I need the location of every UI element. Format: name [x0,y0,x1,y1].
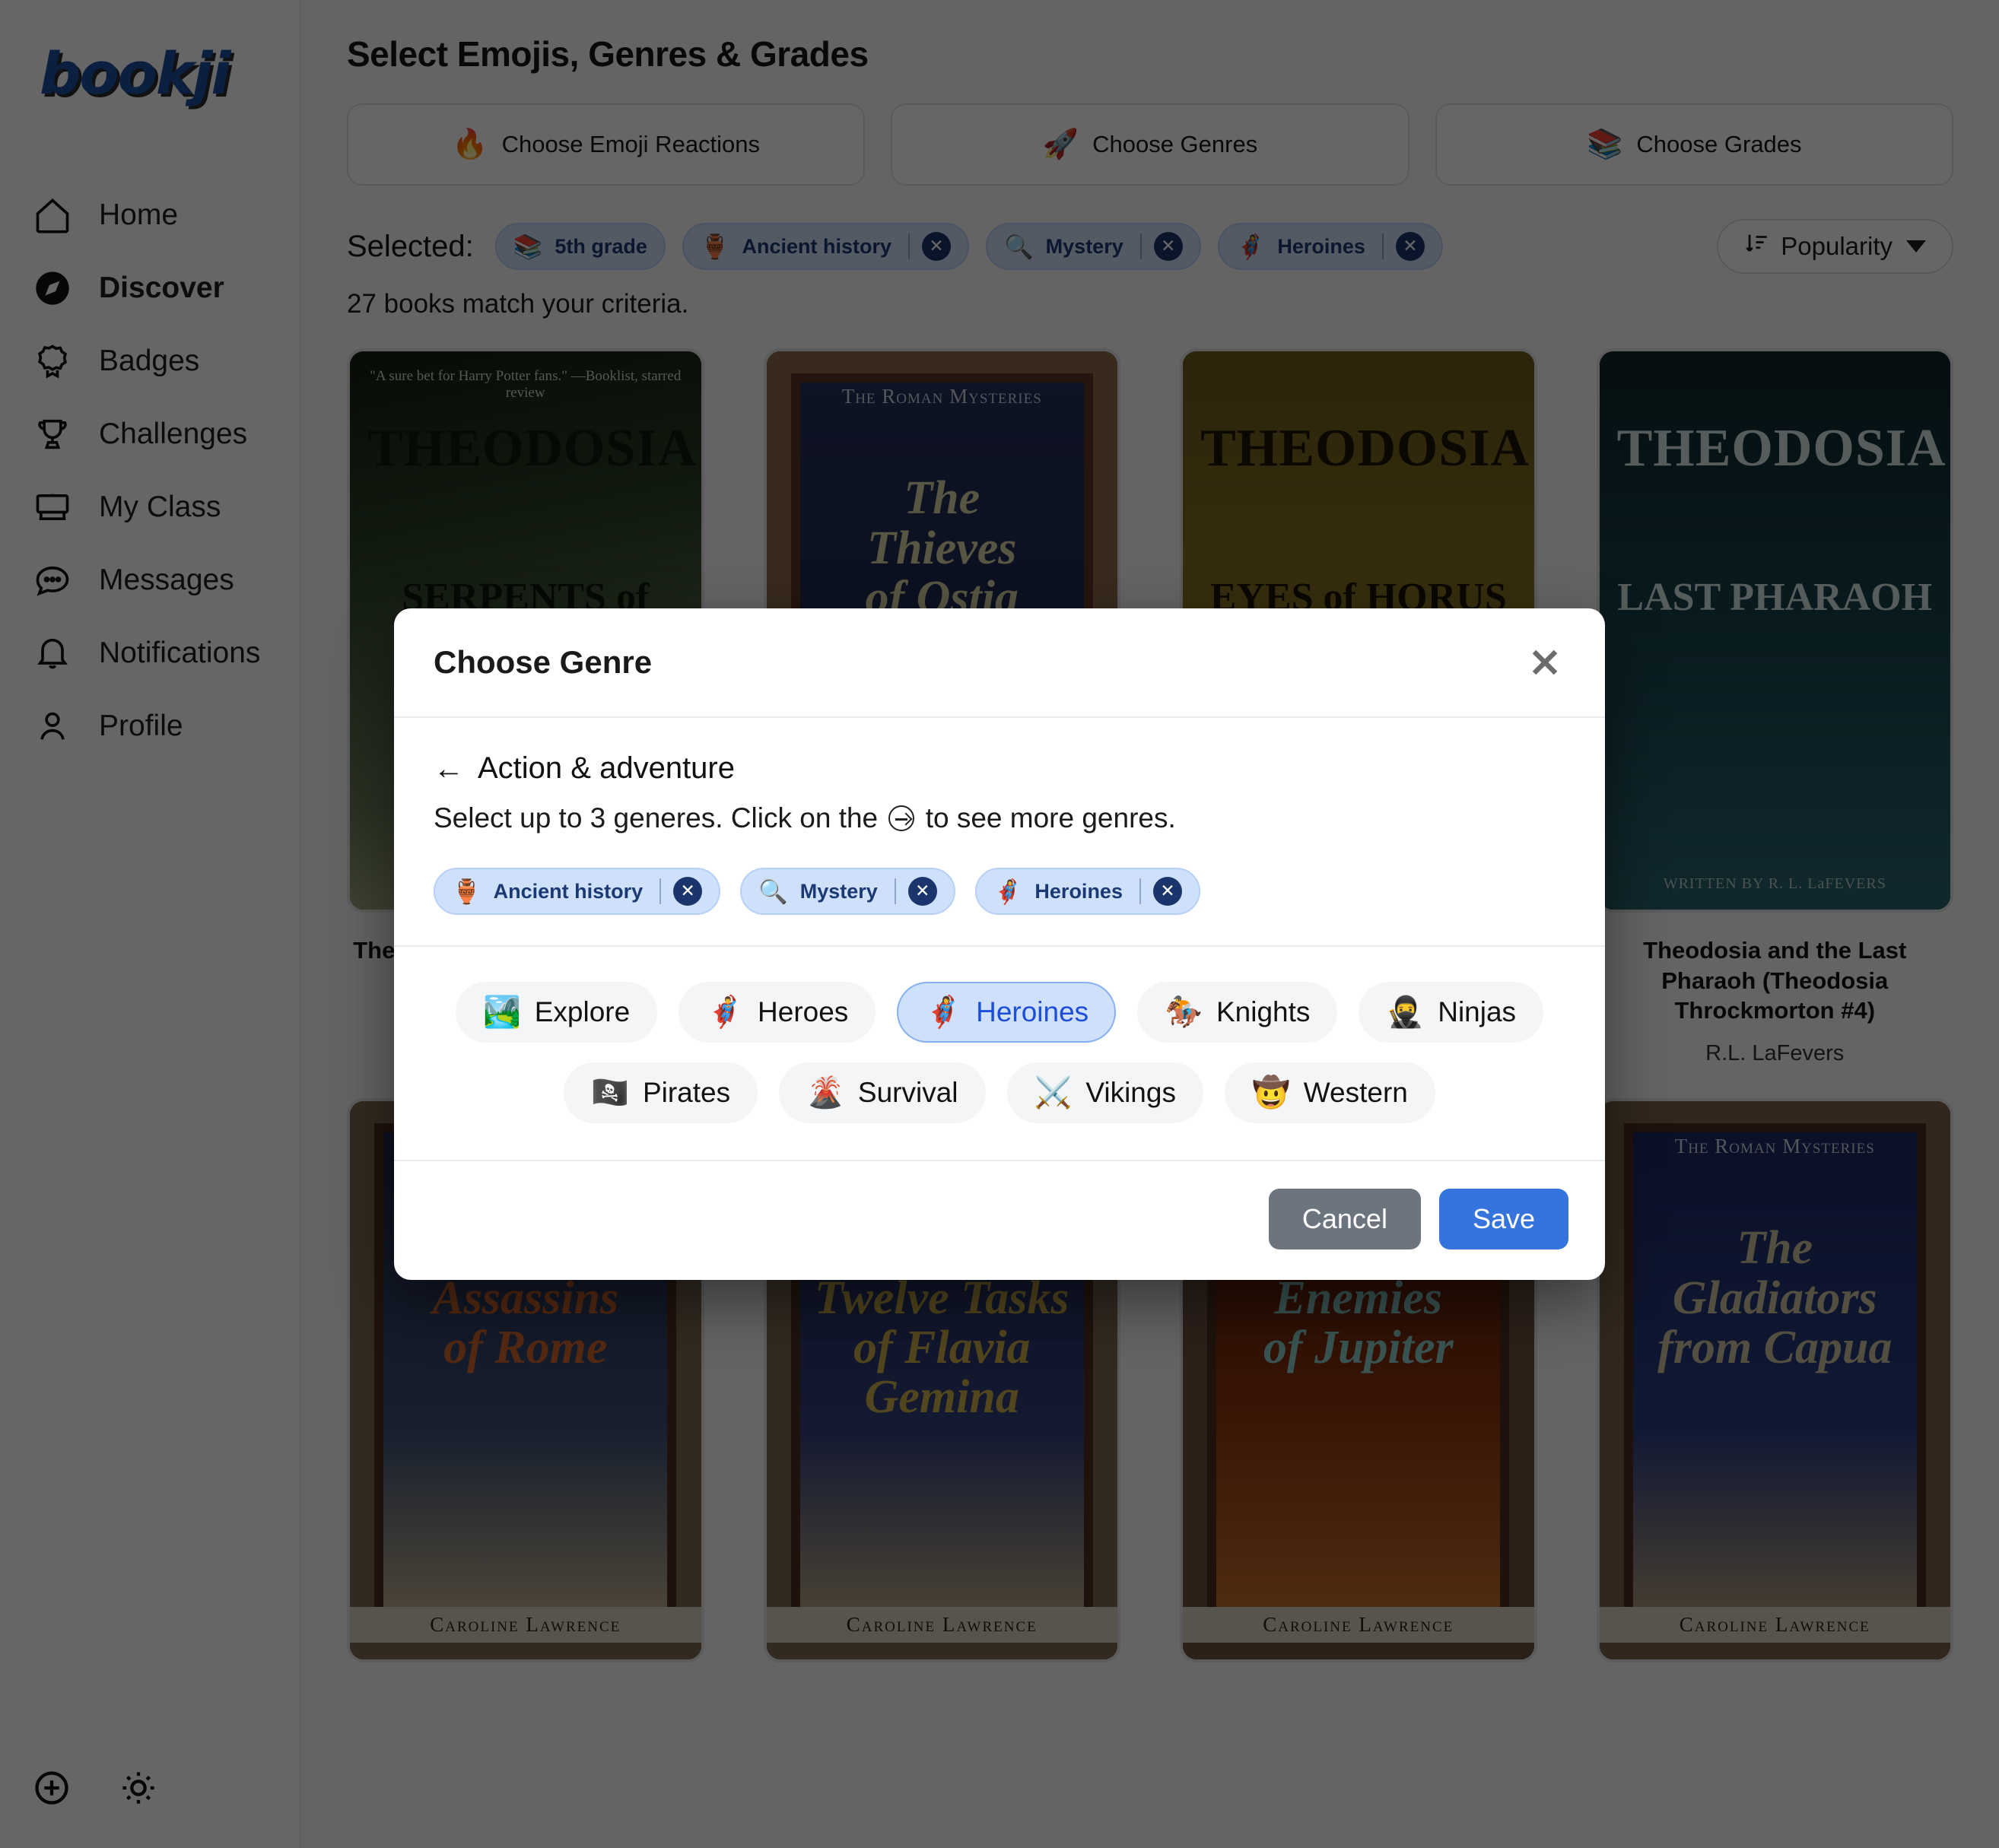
chip-label: Ancient history [493,879,644,903]
crossed-swords-icon: ⚔️ [1034,1076,1073,1110]
pirate-flag-icon: 🏴‍☠️ [591,1076,629,1110]
genre-option-western[interactable]: 🤠 Western [1224,1062,1435,1123]
genre-option-ninjas[interactable]: 🥷 Ninjas [1359,982,1544,1043]
genre-option-pirates[interactable]: 🏴‍☠️ Pirates [564,1062,758,1123]
chip-label: Mystery [799,879,878,903]
modal-title: Choose Genre [434,644,653,680]
modal-selected-chips: 🏺 Ancient history ✕ 🔍 Mystery ✕ 🦸‍♀️ Her… [434,868,1565,915]
save-button[interactable]: Save [1438,1189,1568,1249]
genre-option-label: Ninjas [1438,996,1517,1027]
genre-option-heroes[interactable]: 🦸‍♂️ Heroes [679,982,876,1043]
genre-option-label: Knights [1216,996,1311,1027]
modal-layer: Choose Genre ← Action & adventure Select… [0,0,1999,1848]
genre-option-heroines[interactable]: 🦸‍♀️ Heroines [897,982,1117,1043]
hint-text-after: to see more genres. [925,802,1176,834]
genre-option-label: Explore [534,996,631,1027]
cowboy-icon: 🤠 [1251,1076,1290,1110]
genre-option-survival[interactable]: 🌋 Survival [779,1062,986,1123]
modal-body: ← Action & adventure Select up to 3 gene… [394,718,1605,947]
breadcrumb-back[interactable]: ← Action & adventure [434,751,1565,786]
arrow-left-icon: ← [434,751,464,786]
genre-option-label: Heroes [758,996,849,1027]
breadcrumb-label: Action & adventure [478,751,735,785]
superheroine-icon: 🦸‍♀️ [993,878,1023,905]
chip-divider [894,878,896,904]
magnifier-icon: 🔍 [758,878,788,905]
chip-remove-icon[interactable]: ✕ [1152,877,1182,906]
chip-label: Heroines [1034,879,1123,903]
cancel-button[interactable]: Cancel [1268,1189,1421,1249]
superheroine-icon: 🦸‍♀️ [924,995,963,1029]
choose-genre-modal: Choose Genre ← Action & adventure Select… [394,608,1605,1280]
volcano-icon: 🌋 [806,1076,844,1110]
modal-hint: Select up to 3 generes. Click on the to … [434,802,1565,834]
app-root: bookji Home Discover Badges Challenges M… [0,0,1999,1848]
modal-chip-heroines[interactable]: 🦸‍♀️ Heroines ✕ [974,868,1200,915]
genre-option-label: Western [1303,1077,1408,1108]
ninja-icon: 🥷 [1386,995,1425,1029]
genre-options-row-2: 🏴‍☠️ Pirates 🌋 Survival ⚔️ Vikings 🤠 Wes… [434,1062,1565,1123]
horse-riding-icon: 🏇 [1165,995,1203,1029]
modal-chip-mystery[interactable]: 🔍 Mystery ✕ [740,868,955,915]
modal-chip-ancient-history[interactable]: 🏺 Ancient history ✕ [434,868,721,915]
genre-option-vikings[interactable]: ⚔️ Vikings [1006,1062,1203,1123]
landscape-icon: 🏞️ [482,995,521,1029]
modal-header: Choose Genre [394,608,1605,718]
arrow-right-circle-icon [888,805,915,831]
genre-option-explore[interactable]: 🏞️ Explore [455,982,658,1043]
genre-option-label: Heroines [976,996,1089,1027]
chip-remove-icon[interactable]: ✕ [673,877,703,906]
chip-divider [659,878,662,904]
amphora-icon: 🏺 [452,878,481,905]
hint-text-before: Select up to 3 generes. Click on the [434,802,879,834]
genre-options-row-1: 🏞️ Explore 🦸‍♂️ Heroes 🦸‍♀️ Heroines 🏇 K… [434,982,1565,1043]
genre-option-label: Survival [857,1077,958,1108]
genre-option-knights[interactable]: 🏇 Knights [1137,982,1338,1043]
close-icon[interactable] [1521,639,1568,686]
chip-divider [1139,878,1141,904]
superhero-icon: 🦸‍♂️ [706,995,745,1029]
genre-options: 🏞️ Explore 🦸‍♂️ Heroes 🦸‍♀️ Heroines 🏇 K… [394,947,1605,1160]
genre-option-label: Vikings [1085,1077,1176,1108]
chip-remove-icon[interactable]: ✕ [907,877,937,906]
genre-option-label: Pirates [642,1077,731,1108]
modal-footer: Cancel Save [394,1160,1605,1280]
